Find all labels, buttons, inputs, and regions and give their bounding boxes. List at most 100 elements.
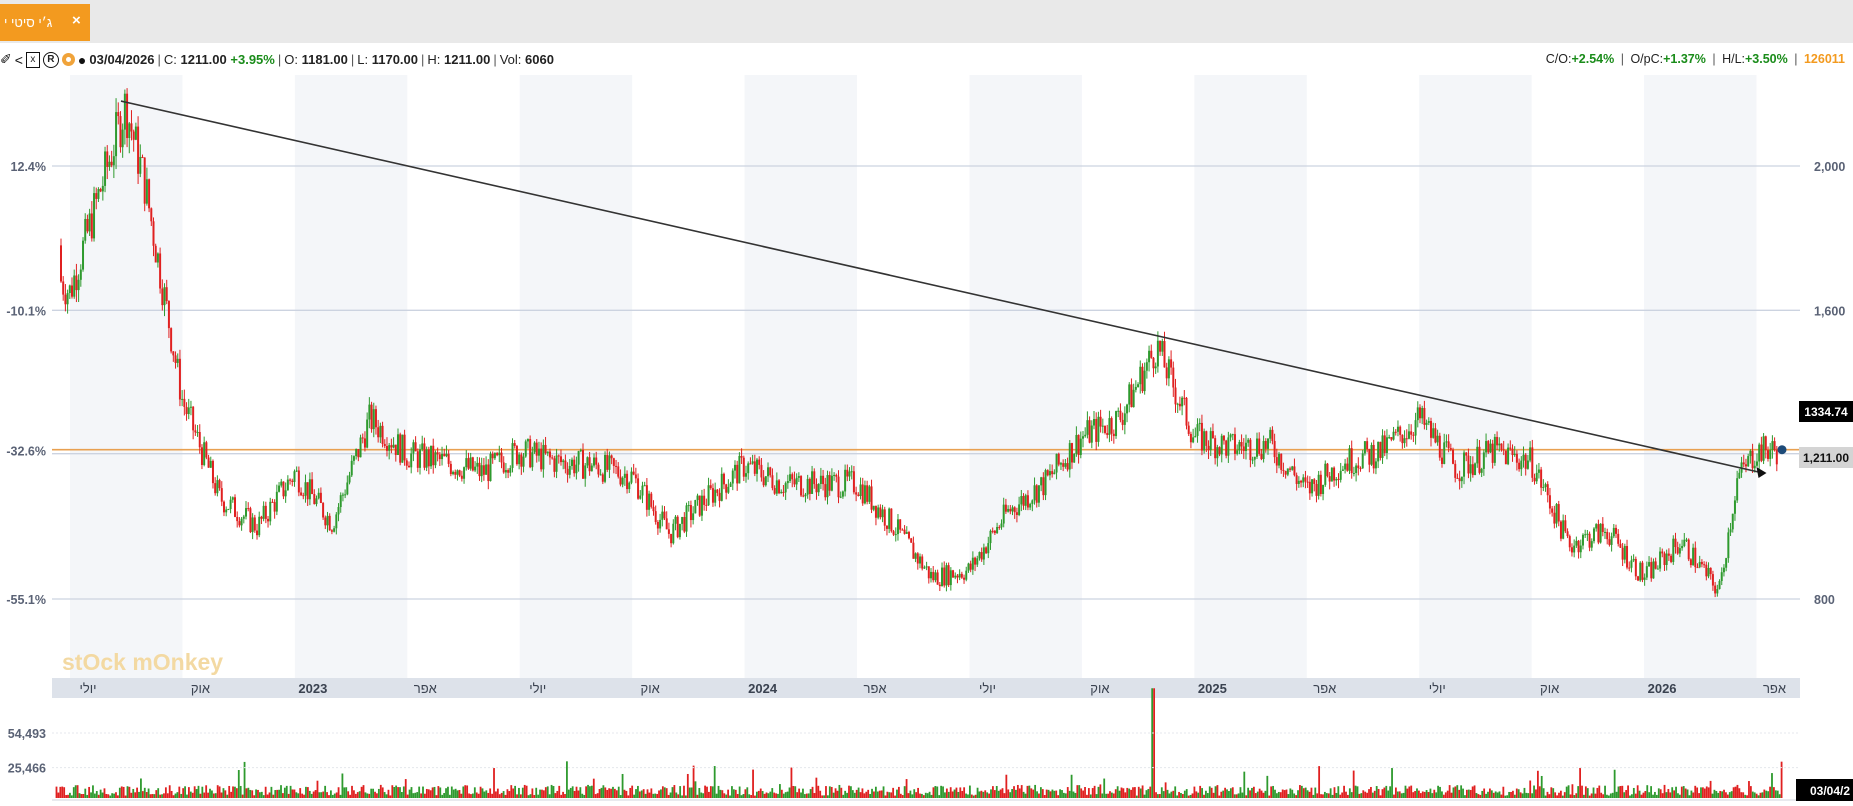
volume-bar bbox=[356, 792, 359, 798]
candle-body bbox=[152, 221, 155, 246]
candle-body bbox=[1258, 438, 1261, 454]
candle-body bbox=[256, 530, 259, 536]
candle-body bbox=[95, 193, 98, 199]
candle-body bbox=[1207, 445, 1210, 451]
volume-bar bbox=[1007, 789, 1010, 798]
candle-body bbox=[1300, 480, 1303, 483]
candle-body bbox=[1057, 453, 1060, 465]
volume-bar bbox=[120, 786, 123, 798]
volume-bar bbox=[548, 794, 551, 798]
volume-bar bbox=[982, 791, 985, 798]
volume-bar bbox=[740, 795, 743, 798]
candle-body bbox=[1170, 359, 1173, 368]
volume-bar bbox=[1201, 788, 1203, 798]
volume-bar bbox=[1134, 787, 1136, 798]
candle-body bbox=[1581, 534, 1584, 546]
volume-bar bbox=[80, 794, 83, 798]
volume-bar bbox=[1143, 794, 1146, 798]
candle-body bbox=[1606, 531, 1609, 540]
volume-bar bbox=[118, 787, 121, 798]
candle-body bbox=[1370, 444, 1373, 465]
candle-body bbox=[126, 93, 129, 139]
volume-bar bbox=[732, 789, 735, 798]
volume-bar bbox=[1458, 789, 1461, 798]
volume-bar bbox=[612, 786, 614, 798]
candle-body bbox=[90, 213, 93, 239]
candle-body bbox=[771, 475, 774, 489]
volume-bar bbox=[1011, 789, 1014, 798]
volume-bar bbox=[1254, 793, 1257, 798]
volume-bar bbox=[1654, 791, 1656, 798]
candle-body bbox=[416, 451, 419, 468]
candle-body bbox=[1692, 547, 1695, 566]
candle-body bbox=[1672, 538, 1675, 562]
volume-bar bbox=[1404, 785, 1407, 798]
volume-bar bbox=[1604, 785, 1606, 798]
candle-body bbox=[582, 450, 585, 479]
candle-body bbox=[1590, 541, 1593, 548]
candle-body bbox=[667, 529, 670, 534]
volume-bar bbox=[1650, 786, 1652, 798]
volume-bar bbox=[1581, 785, 1583, 798]
candle-body bbox=[841, 491, 844, 497]
volume-bar bbox=[1694, 785, 1697, 798]
volume-bar bbox=[665, 788, 668, 798]
volume-bar bbox=[792, 785, 795, 798]
candle-body bbox=[692, 513, 695, 521]
volume-bar bbox=[1216, 785, 1219, 798]
volume-bar bbox=[410, 787, 413, 798]
volume-bar bbox=[1487, 791, 1489, 798]
volume-bar bbox=[212, 793, 215, 798]
candle-body bbox=[291, 480, 294, 482]
volume-bar bbox=[306, 787, 309, 798]
candle-body bbox=[1416, 407, 1419, 421]
volume-bar bbox=[1287, 794, 1290, 798]
volume-bar bbox=[600, 787, 603, 798]
candle-body bbox=[1650, 562, 1653, 579]
candle-body bbox=[1009, 508, 1012, 512]
volume-bar bbox=[414, 792, 417, 798]
candle-body bbox=[791, 474, 794, 480]
candle-body bbox=[985, 547, 988, 554]
volume-bar bbox=[656, 793, 659, 798]
volume-bar bbox=[882, 786, 885, 798]
candle-body bbox=[1293, 466, 1296, 476]
volume-bar bbox=[1713, 789, 1716, 798]
volume-bar bbox=[1358, 793, 1361, 798]
volume-bar bbox=[963, 787, 966, 798]
candle-body bbox=[258, 516, 261, 536]
volume-bar bbox=[1663, 784, 1666, 798]
candle-body bbox=[1322, 484, 1325, 495]
volume-bar bbox=[1429, 788, 1432, 798]
volume-bar bbox=[1124, 792, 1127, 798]
volume-bar bbox=[1726, 794, 1729, 798]
volume-date-label: 03/04/2 bbox=[1810, 784, 1850, 798]
candle-body bbox=[1452, 449, 1455, 464]
volume-bar bbox=[1185, 789, 1188, 798]
volume-bar bbox=[533, 794, 536, 798]
volume-bar bbox=[746, 787, 749, 798]
candle-body bbox=[1645, 566, 1648, 578]
candle-body bbox=[982, 547, 985, 560]
candle-body bbox=[846, 469, 849, 477]
volume-bar bbox=[598, 789, 601, 798]
volume-bar bbox=[1051, 789, 1054, 798]
volume-bar bbox=[1109, 791, 1111, 798]
volume-bar bbox=[1168, 793, 1171, 798]
volume-bar bbox=[972, 795, 975, 798]
volume-bar bbox=[1356, 786, 1359, 798]
candle-body bbox=[427, 449, 430, 467]
price-chart[interactable]: stOck mOnkey יולי אוק 2023 אפר יולי אוק 2024 אפ… bbox=[0, 0, 1853, 806]
candle-body bbox=[1260, 453, 1263, 460]
candle-body bbox=[694, 500, 697, 514]
volume-bar bbox=[259, 792, 261, 798]
volume-bar bbox=[1375, 786, 1378, 798]
candle-body bbox=[874, 505, 877, 518]
candle-body bbox=[493, 453, 496, 459]
candle-body bbox=[595, 457, 598, 465]
volume-bar bbox=[537, 794, 540, 798]
candle-body bbox=[71, 285, 74, 297]
volume-bar bbox=[523, 784, 526, 798]
volume-bar bbox=[890, 792, 893, 798]
volume-bar bbox=[633, 794, 635, 798]
